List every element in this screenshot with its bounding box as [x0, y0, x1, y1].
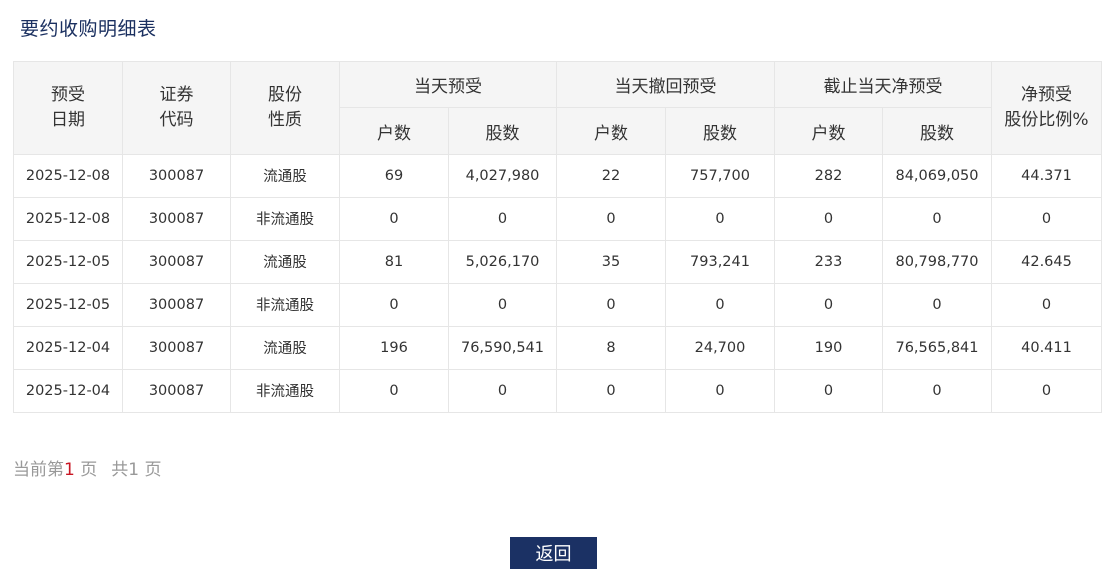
cell-net-shares: 84,069,050	[882, 154, 992, 198]
table-row: 2025-12-05 300087 流通股 81 5,026,170 35 79…	[13, 239, 1102, 284]
cell-withdraw-shares: 0	[665, 368, 775, 413]
header-security-code-line2: 代码	[159, 110, 194, 130]
cell-accept-households: 196	[339, 325, 449, 370]
cell-net-shares: 0	[882, 196, 992, 241]
table-row: 2025-12-08 300087 非流通股 0 0 0 0 0 0 0	[13, 196, 1102, 241]
cell-date: 2025-12-08	[13, 154, 123, 198]
pagination-current-prefix: 当前第	[13, 460, 64, 480]
header-accept-date-line2: 日期	[51, 110, 85, 130]
header-net-accept-shares: 股数	[882, 107, 992, 155]
cell-net-ratio: 42.645	[991, 239, 1102, 284]
cell-accept-shares: 5,026,170	[448, 239, 557, 284]
cell-withdraw-households: 0	[556, 196, 666, 241]
cell-date: 2025-12-05	[13, 239, 123, 284]
cell-withdraw-households: 22	[556, 154, 666, 198]
table-row: 2025-12-04 300087 非流通股 0 0 0 0 0 0 0	[13, 368, 1102, 413]
cell-net-shares: 76,565,841	[882, 325, 992, 370]
header-row-groups: 预受 日期 证券 代码 股份 性质 当天预受 当天撤回预受 截止当天净预受 净预…	[13, 61, 1102, 155]
cell-withdraw-shares: 24,700	[665, 325, 775, 370]
header-today-accept-shares: 股数	[448, 107, 557, 155]
cell-net-households: 0	[774, 196, 883, 241]
cell-date: 2025-12-08	[13, 196, 123, 241]
cell-net-households: 0	[774, 368, 883, 413]
table-row: 2025-12-04 300087 流通股 196 76,590,541 8 2…	[13, 325, 1102, 370]
pagination-current-suffix: 页	[74, 460, 98, 480]
cell-accept-shares: 76,590,541	[448, 325, 557, 370]
header-net-ratio-line1: 净预受	[1021, 85, 1072, 105]
cell-code: 300087	[122, 239, 231, 284]
pagination-current-page: 1	[64, 460, 75, 480]
cell-accept-shares: 0	[448, 368, 557, 413]
cell-code: 300087	[122, 325, 231, 370]
cell-accept-shares: 0	[448, 196, 557, 241]
cell-accept-households: 0	[339, 368, 449, 413]
cell-net-ratio: 0	[991, 368, 1102, 413]
header-group-net-accept: 截止当天净预受	[774, 61, 992, 108]
table-row: 2025-12-05 300087 非流通股 0 0 0 0 0 0 0	[13, 282, 1102, 327]
cell-code: 300087	[122, 196, 231, 241]
cell-withdraw-households: 35	[556, 239, 666, 284]
header-net-ratio-line2: 股份比例%	[1004, 110, 1089, 130]
table-row: 2025-12-08 300087 流通股 69 4,027,980 22 75…	[13, 154, 1102, 198]
header-share-nature-line2: 性质	[268, 110, 302, 130]
cell-net-shares: 0	[882, 368, 992, 413]
cell-nature: 非流通股	[230, 282, 340, 327]
back-button[interactable]: 返回	[510, 537, 597, 569]
page-title: 要约收购明细表	[20, 18, 157, 40]
header-group-today-accept: 当天预受	[339, 61, 557, 108]
header-security-code-line1: 证券	[159, 85, 194, 105]
header-accept-date: 预受 日期	[13, 61, 123, 155]
cell-withdraw-households: 0	[556, 282, 666, 327]
cell-nature: 流通股	[230, 154, 340, 198]
cell-net-households: 282	[774, 154, 883, 198]
cell-accept-households: 0	[339, 282, 449, 327]
header-security-code: 证券 代码	[122, 61, 231, 155]
cell-accept-households: 69	[339, 154, 449, 198]
pagination-info: 当前第1 页共1 页	[13, 455, 161, 480]
cell-nature: 非流通股	[230, 196, 340, 241]
cell-nature: 流通股	[230, 239, 340, 284]
header-group-today-withdraw: 当天撤回预受	[556, 61, 775, 108]
cell-accept-shares: 4,027,980	[448, 154, 557, 198]
cell-net-ratio: 0	[991, 282, 1102, 327]
cell-code: 300087	[122, 368, 231, 413]
header-today-accept-households: 户数	[339, 107, 449, 155]
pagination-total-prefix: 共1	[111, 460, 140, 480]
cell-withdraw-shares: 0	[665, 196, 775, 241]
cell-code: 300087	[122, 154, 231, 198]
header-today-withdraw-shares: 股数	[665, 107, 775, 155]
cell-accept-shares: 0	[448, 282, 557, 327]
tender-offer-table: 预受 日期 证券 代码 股份 性质 当天预受 当天撤回预受 截止当天净预受 净预…	[13, 61, 1102, 413]
header-net-ratio: 净预受 股份比例%	[991, 61, 1102, 155]
cell-accept-households: 0	[339, 196, 449, 241]
cell-withdraw-households: 0	[556, 368, 666, 413]
cell-date: 2025-12-05	[13, 282, 123, 327]
cell-withdraw-households: 8	[556, 325, 666, 370]
cell-net-ratio: 40.411	[991, 325, 1102, 370]
cell-nature: 非流通股	[230, 368, 340, 413]
cell-withdraw-shares: 793,241	[665, 239, 775, 284]
header-accept-date-line1: 预受	[51, 85, 85, 105]
cell-accept-households: 81	[339, 239, 449, 284]
cell-withdraw-shares: 757,700	[665, 154, 775, 198]
header-share-nature-line1: 股份	[268, 85, 302, 105]
cell-net-households: 233	[774, 239, 883, 284]
cell-net-shares: 0	[882, 282, 992, 327]
cell-net-ratio: 44.371	[991, 154, 1102, 198]
cell-net-shares: 80,798,770	[882, 239, 992, 284]
cell-nature: 流通股	[230, 325, 340, 370]
cell-code: 300087	[122, 282, 231, 327]
cell-net-households: 0	[774, 282, 883, 327]
table-body: 2025-12-08 300087 流通股 69 4,027,980 22 75…	[13, 154, 1102, 413]
pagination-total-suffix: 页	[139, 460, 162, 480]
header-today-withdraw-households: 户数	[556, 107, 666, 155]
header-share-nature: 股份 性质	[230, 61, 340, 155]
cell-date: 2025-12-04	[13, 325, 123, 370]
cell-net-households: 190	[774, 325, 883, 370]
cell-date: 2025-12-04	[13, 368, 123, 413]
cell-withdraw-shares: 0	[665, 282, 775, 327]
header-net-accept-households: 户数	[774, 107, 883, 155]
cell-net-ratio: 0	[991, 196, 1102, 241]
